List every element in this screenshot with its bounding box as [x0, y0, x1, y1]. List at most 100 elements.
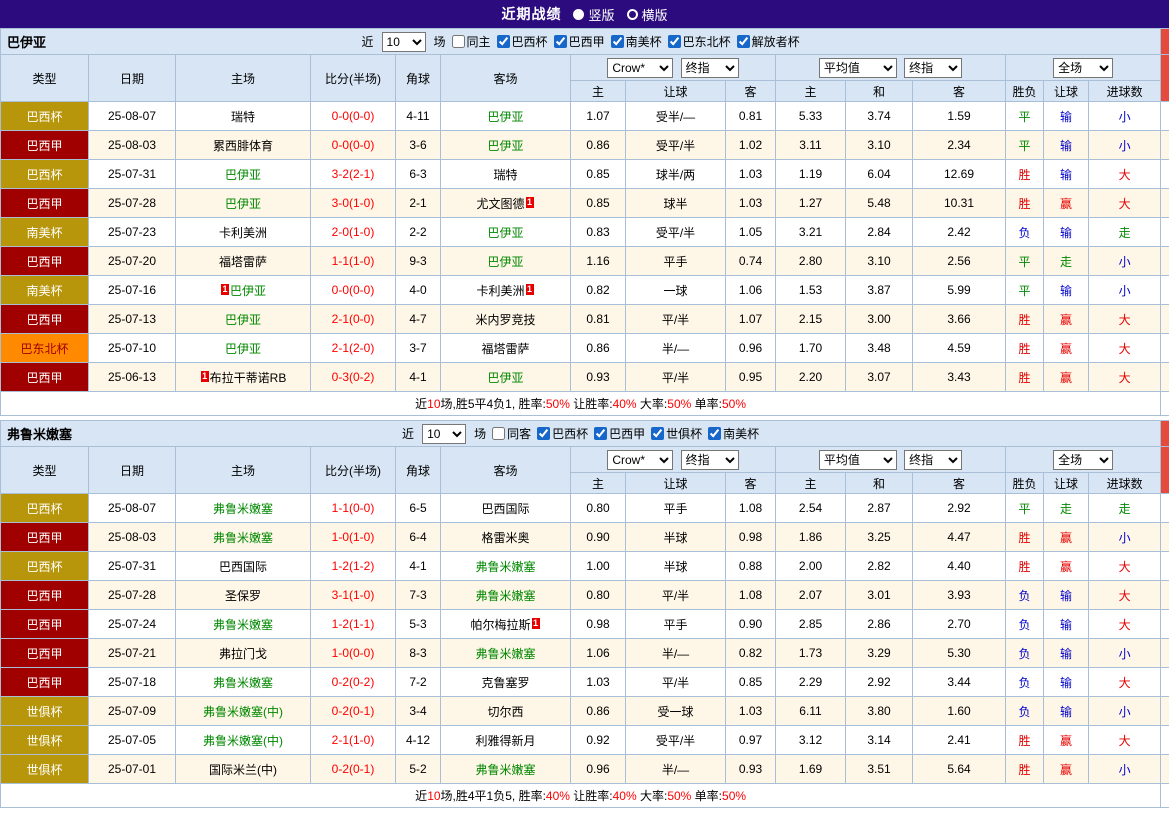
- average-select[interactable]: 平均值: [819, 450, 897, 470]
- view-option-vertical-label: 竖版: [588, 5, 614, 24]
- bookmaker-final-select[interactable]: 终指: [681, 58, 739, 78]
- scope-select[interactable]: 全场: [1053, 58, 1113, 78]
- league-filter[interactable]: 南美杯: [708, 425, 759, 442]
- same-venue-checkbox[interactable]: [452, 35, 465, 48]
- league-checkbox[interactable]: [737, 35, 750, 48]
- result-handicap-cell: 赢: [1044, 305, 1089, 334]
- team-name: 弗鲁米嫩塞: [213, 502, 273, 516]
- league-filter[interactable]: 世俱杯: [651, 425, 702, 442]
- corner-cell: 4-7: [396, 305, 441, 334]
- team-name: 弗拉门戈: [219, 647, 267, 661]
- average-final-select[interactable]: 终指: [904, 58, 962, 78]
- team-name: 国际米兰(中): [209, 763, 277, 777]
- score-cell: 0-0(0-0): [311, 276, 396, 305]
- result-goals-cell: 小: [1089, 276, 1161, 305]
- result-goals-cell: 走: [1089, 218, 1161, 247]
- date-cell: 25-07-05: [89, 726, 176, 755]
- scope-select[interactable]: 全场: [1053, 450, 1113, 470]
- league-filter[interactable]: 南美杯: [611, 33, 662, 50]
- col-header-odds-home: 主: [571, 473, 626, 494]
- odds-away-cell: 0.85: [726, 668, 776, 697]
- league-checkbox[interactable]: [537, 427, 550, 440]
- result-goals-cell: 大: [1089, 610, 1161, 639]
- red-card-badge: 1: [201, 371, 209, 382]
- radio-vertical-icon[interactable]: [573, 9, 584, 20]
- bookmaker-select[interactable]: Crow*: [607, 450, 673, 470]
- same-venue-filter[interactable]: 同主: [452, 33, 491, 50]
- right-rail: [1161, 697, 1169, 726]
- team-name: 巴伊亚: [225, 197, 261, 211]
- same-venue-checkbox[interactable]: [492, 427, 505, 440]
- team-name: 克鲁塞罗: [481, 676, 529, 690]
- league-checkbox[interactable]: [651, 427, 664, 440]
- match-row: 巴东北杯25-07-10巴伊亚2-1(2-0)3-7福塔雷萨0.86半/—0.9…: [1, 334, 1169, 363]
- near-label: 近: [362, 33, 374, 50]
- match-count-select[interactable]: 10: [422, 424, 466, 444]
- league-type-cell: 巴西甲: [1, 305, 89, 334]
- away-team-cell: 弗鲁米嫩塞: [441, 639, 571, 668]
- odds-handicap-cell: 球半: [626, 189, 726, 218]
- corner-cell: 2-2: [396, 218, 441, 247]
- view-option-horizontal[interactable]: 横版: [627, 5, 668, 24]
- odds-home-cell: 0.98: [571, 610, 626, 639]
- league-checkbox[interactable]: [708, 427, 721, 440]
- result-goals-cell: 小: [1089, 755, 1161, 784]
- match-row: 巴西杯25-08-07瑞特0-0(0-0)4-11巴伊亚1.07受半/—0.81…: [1, 102, 1169, 131]
- league-filter-label: 巴西杯: [552, 425, 588, 442]
- match-row: 巴西甲25-07-24弗鲁米嫩塞1-2(1-1)5-3帕尔梅拉斯10.98平手0…: [1, 610, 1169, 639]
- result-handicap-cell: 输: [1044, 276, 1089, 305]
- team-name: 巴伊亚: [225, 313, 261, 327]
- team-name: 巴伊亚: [487, 139, 523, 153]
- recent-results-header-bar: 近期战绩 竖版 横版: [0, 0, 1169, 28]
- summary-segment: 让胜率:: [570, 397, 613, 411]
- team-name: 切尔西: [487, 705, 523, 719]
- section-team-name: 弗鲁米嫩塞: [7, 424, 72, 443]
- league-checkbox[interactable]: [611, 35, 624, 48]
- home-team-cell: 弗鲁米嫩塞: [176, 610, 311, 639]
- league-type-cell: 巴东北杯: [1, 334, 89, 363]
- team-name: 巴伊亚: [225, 342, 261, 356]
- league-checkbox[interactable]: [554, 35, 567, 48]
- odds-away-cell: 1.06: [726, 276, 776, 305]
- league-filter[interactable]: 巴西杯: [537, 425, 588, 442]
- league-filter[interactable]: 解放者杯: [737, 33, 800, 50]
- match-row: 巴西甲25-07-21弗拉门戈1-0(0-0)8-3弗鲁米嫩塞1.06半/—0.…: [1, 639, 1169, 668]
- average-select[interactable]: 平均值: [819, 58, 897, 78]
- odds-handicap-cell: 受平/半: [626, 218, 726, 247]
- league-filter[interactable]: 巴西杯: [497, 33, 548, 50]
- right-rail: [1161, 726, 1169, 755]
- average-final-select[interactable]: 终指: [904, 450, 962, 470]
- col-header-result-handicap: 让球: [1044, 473, 1089, 494]
- league-checkbox[interactable]: [668, 35, 681, 48]
- radio-horizontal-icon[interactable]: [627, 9, 638, 20]
- view-option-vertical[interactable]: 竖版: [573, 5, 614, 24]
- avg-draw-cell: 3.01: [846, 581, 913, 610]
- away-team-cell: 巴伊亚: [441, 218, 571, 247]
- league-checkbox[interactable]: [594, 427, 607, 440]
- league-checkbox[interactable]: [497, 35, 510, 48]
- summary-segment: 大率:: [637, 397, 668, 411]
- away-team-cell: 瑞特: [441, 160, 571, 189]
- match-row: 巴西甲25-07-20福塔雷萨1-1(1-0)9-3巴伊亚1.16平手0.742…: [1, 247, 1169, 276]
- match-count-select[interactable]: 10: [382, 32, 426, 52]
- odds-handicap-cell: 半球: [626, 552, 726, 581]
- league-type-cell: 巴西甲: [1, 523, 89, 552]
- team-name: 布拉干蒂诺RB: [210, 371, 287, 385]
- away-team-cell: 帕尔梅拉斯1: [441, 610, 571, 639]
- league-filter[interactable]: 巴东北杯: [668, 33, 731, 50]
- match-row: 巴西杯25-08-07弗鲁米嫩塞1-1(0-0)6-5巴西国际0.80平手1.0…: [1, 494, 1169, 523]
- team-name: 弗鲁米嫩塞: [213, 531, 273, 545]
- bookmaker-final-select[interactable]: 终指: [681, 450, 739, 470]
- col-header-odds-home: 主: [571, 81, 626, 102]
- bookmaker-select[interactable]: Crow*: [607, 58, 673, 78]
- score-cell: 3-2(2-1): [311, 160, 396, 189]
- avg-home-cell: 1.86: [776, 523, 846, 552]
- avg-home-cell: 2.20: [776, 363, 846, 392]
- league-filter[interactable]: 巴西甲: [554, 33, 605, 50]
- home-team-cell: 巴伊亚: [176, 160, 311, 189]
- team-name: 卡利美洲: [219, 226, 267, 240]
- league-type-cell: 巴西甲: [1, 581, 89, 610]
- league-filter[interactable]: 巴西甲: [594, 425, 645, 442]
- same-venue-filter[interactable]: 同客: [492, 425, 531, 442]
- games-label: 场: [434, 33, 446, 50]
